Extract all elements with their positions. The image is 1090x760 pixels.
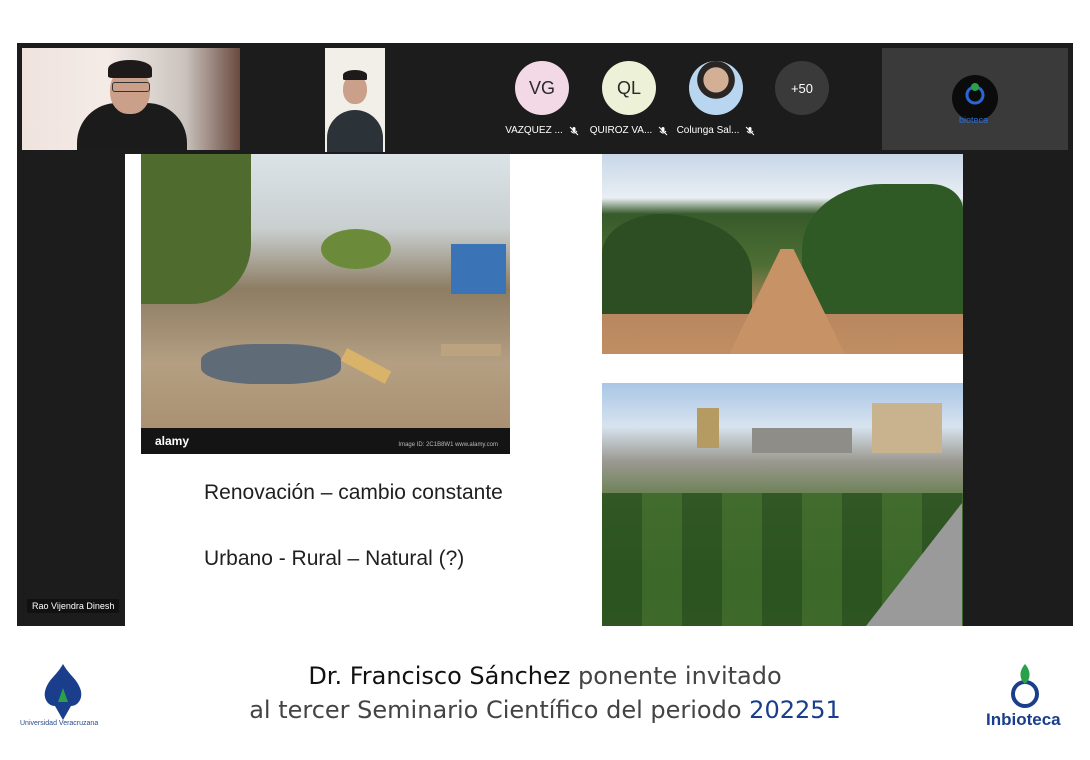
footer-title-line1: Dr. Francisco Sánchez ponente invitado	[0, 662, 1090, 690]
participant-tile-ql[interactable]: QL QUIROZ VA...	[584, 61, 674, 141]
active-speaker-name: Rao Vijendra Dinesh	[27, 599, 120, 613]
participant-strip: VG VAZQUEZ ... QL QUIROZ VA... Colunga S…	[17, 43, 1073, 153]
mic-muted-icon	[746, 126, 755, 135]
slide-text-line2: Urbano - Rural – Natural (?)	[204, 547, 465, 570]
participant-tile-colunga[interactable]: Colunga Sal...	[671, 61, 761, 141]
avatar: QL	[602, 61, 656, 115]
avatar-photo	[689, 61, 743, 115]
mic-muted-icon	[569, 126, 579, 135]
photo-construction-site: alamy Image ID: 2C1B8W1 www.alamy.com	[141, 154, 510, 454]
photo-rooftop-garden	[602, 383, 963, 626]
meeting-window: VG VAZQUEZ ... QL QUIROZ VA... Colunga S…	[17, 43, 1073, 626]
participant-name: Colunga Sal...	[676, 125, 740, 136]
footer-title-line2: al tercer Seminario Científico del perio…	[0, 696, 1090, 724]
more-participants-count[interactable]: +50	[775, 61, 829, 115]
seminar-text: al tercer Seminario Científico del perio…	[249, 696, 750, 724]
shared-slide: alamy Image ID: 2C1B8W1 www.alamy.com Re…	[125, 154, 963, 626]
footer-banner: Universidad Veracruzana Dr. Francisco Sá…	[0, 640, 1090, 760]
slide-text-line1: Renovación – cambio constante	[204, 481, 503, 504]
video-tile-presenter[interactable]	[22, 48, 240, 150]
participant-name: QUIROZ VA...	[589, 125, 653, 136]
mic-muted-icon	[658, 126, 668, 135]
video-tile-participant[interactable]	[325, 48, 385, 152]
inbioteca-label: Inbioteca	[986, 710, 1061, 729]
more-participants[interactable]: +50	[757, 61, 847, 141]
speaker-role: ponente invitado	[570, 662, 782, 690]
participant-name: VAZQUEZ ...	[505, 125, 563, 136]
speaker-name: Dr. Francisco Sánchez	[308, 662, 571, 690]
avatar: VG	[515, 61, 569, 115]
alamy-watermark: alamy	[155, 434, 190, 448]
participant-tile-vg[interactable]: VG VAZQUEZ ...	[497, 61, 587, 141]
inbioteca-mini-label: bioteca	[959, 115, 989, 125]
period-code: 202251	[749, 696, 841, 724]
inbioteca-logo-icon	[1011, 664, 1039, 708]
photo-dirt-road-forest	[602, 154, 963, 354]
alamy-image-id: Image ID: 2C1B8W1 www.alamy.com	[398, 442, 498, 448]
